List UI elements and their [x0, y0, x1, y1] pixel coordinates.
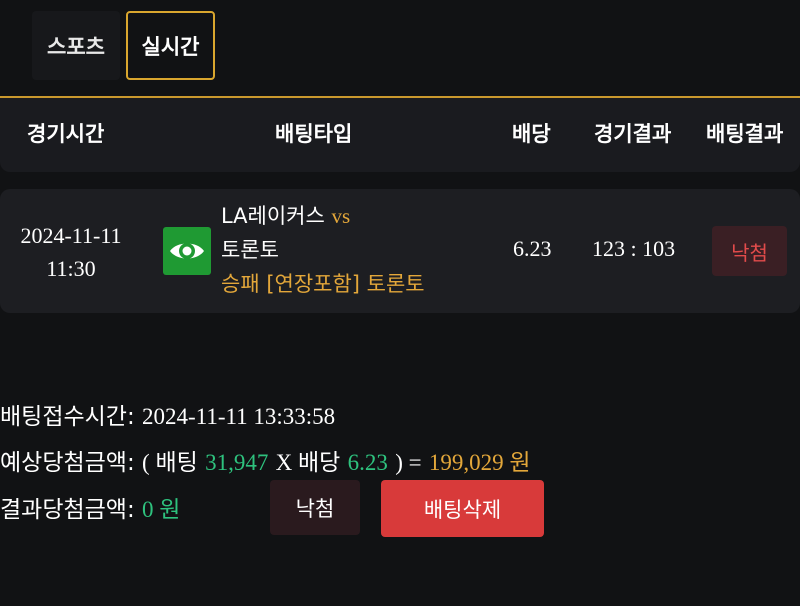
header-bet-type: 배팅타입	[275, 122, 353, 146]
game-date: 2024-11-11	[20, 223, 122, 248]
result-payout-line: 결과당첨금액: 0 원	[0, 490, 180, 524]
eye-icon	[163, 227, 211, 275]
away-team: 토론토	[221, 238, 279, 262]
open-paren: ( 배팅	[142, 450, 198, 475]
times-label: X 배당	[275, 450, 341, 475]
tab-live[interactable]: 실시간	[126, 11, 215, 80]
table-header: 경기시간 배팅타입 배당 경기결과 배팅결과	[0, 98, 800, 172]
game-time-cell: 2024-11-11 11:30	[8, 219, 134, 285]
received-time-line: 배팅접수시간: 2024-11-11 13:33:58	[0, 397, 335, 431]
header-game-result: 경기결과	[594, 122, 672, 146]
delete-bet-button[interactable]: 배팅삭제	[381, 480, 544, 537]
received-value: 2024-11-11 13:33:58	[142, 404, 336, 429]
header-odds: 배당	[512, 122, 551, 146]
odds-value: 6.23	[513, 236, 552, 261]
tab-bar: 스포츠 실시간	[0, 0, 800, 96]
summary-odds: 6.23	[347, 450, 388, 475]
stake-value: 31,947	[205, 450, 269, 475]
vs-label: vs	[331, 204, 351, 228]
bet-type-label: 승패 [연장포함] 토론토	[221, 272, 425, 296]
result-value: 0 원	[142, 497, 181, 522]
close-paren: ) =	[395, 450, 422, 475]
match-info: LA레이커스 vs 토론토 승패 [연장포함] 토론토	[221, 199, 425, 301]
score-value: 123 : 103	[592, 236, 676, 261]
expected-payout-line: 예상당첨금액: ( 배팅 31,947 X 배당 6.23 ) = 199,02…	[0, 443, 531, 477]
home-team: LA레이커스	[221, 204, 325, 228]
expected-label: 예상당첨금액:	[0, 450, 135, 476]
payout-value: 199,029 원	[428, 450, 531, 475]
status-badge: 낙첨	[712, 226, 787, 276]
lose-button[interactable]: 낙첨	[270, 480, 360, 535]
tab-sports[interactable]: 스포츠	[32, 11, 120, 80]
game-clock: 11:30	[46, 256, 96, 281]
header-game-time: 경기시간	[27, 122, 105, 146]
result-label: 결과당첨금액:	[0, 497, 135, 523]
header-bet-result: 배팅결과	[706, 122, 784, 146]
received-label: 배팅접수시간:	[0, 404, 135, 430]
